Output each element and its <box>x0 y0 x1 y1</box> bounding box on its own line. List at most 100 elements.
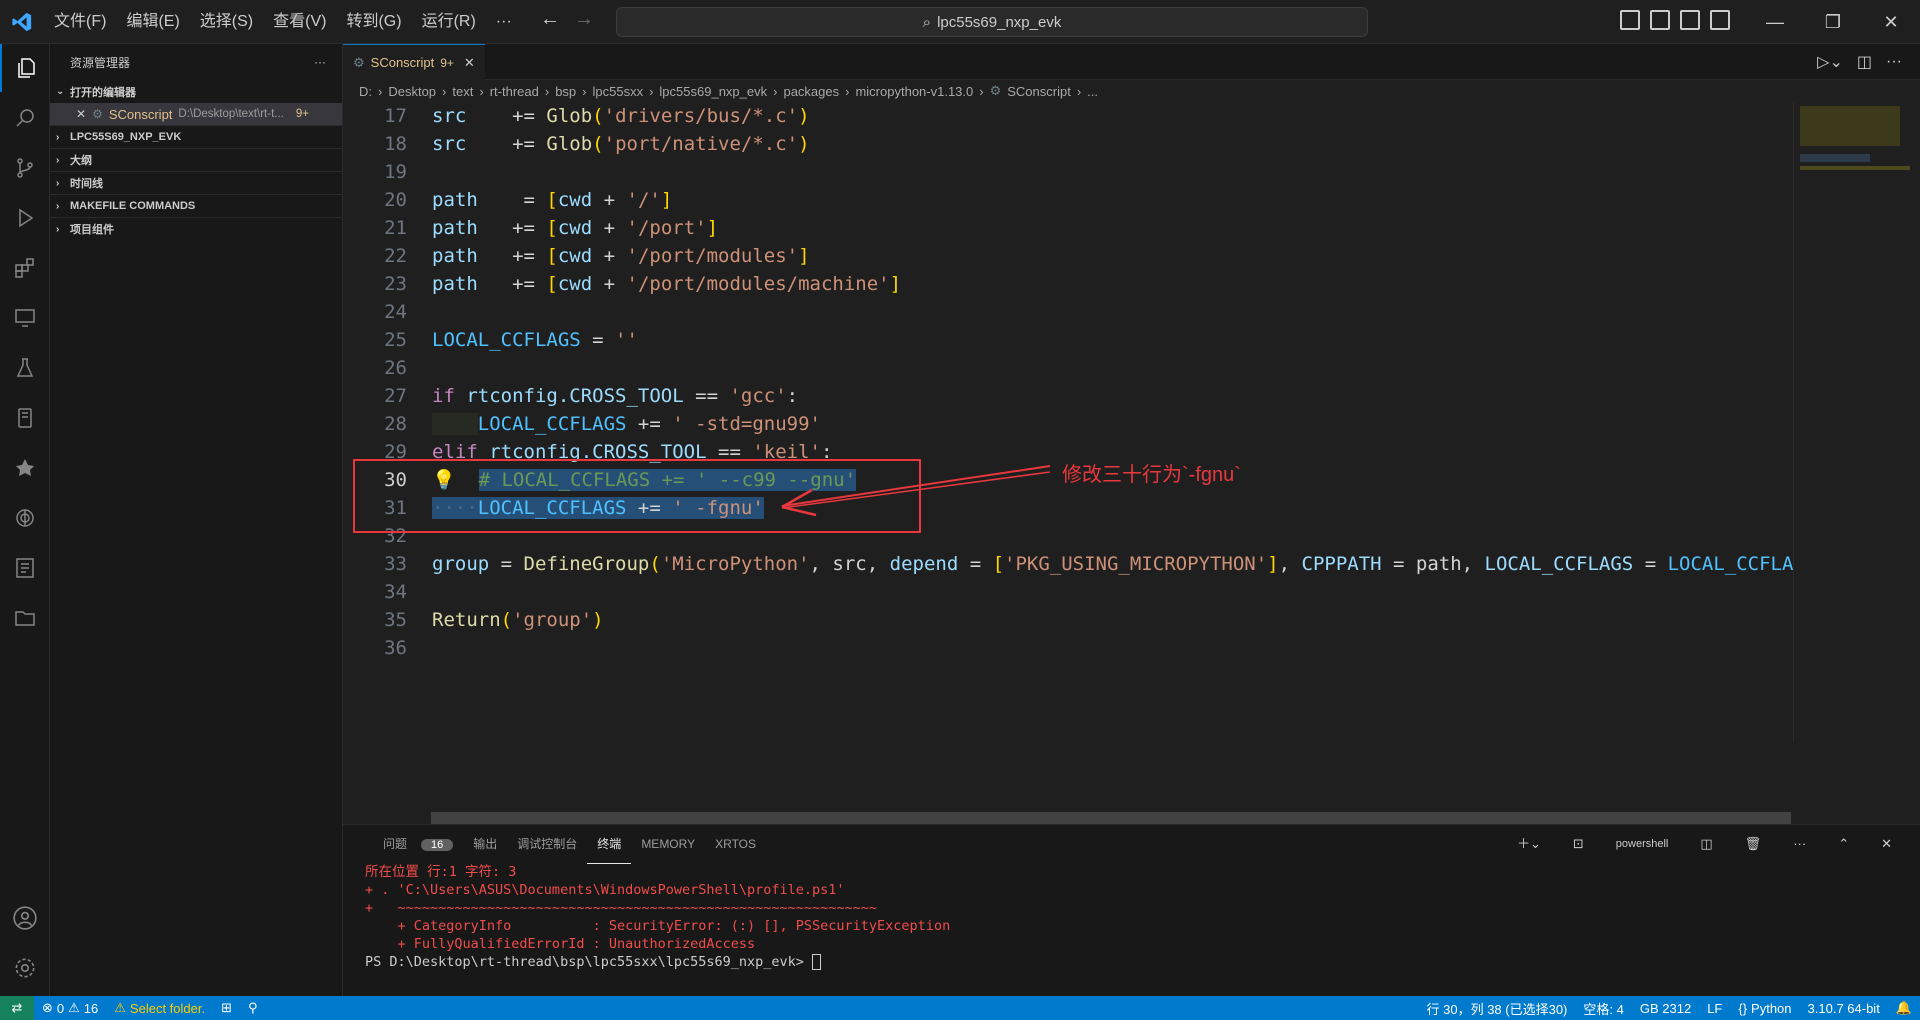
close-icon[interactable]: ✕ <box>464 55 475 71</box>
run-debug-icon[interactable] <box>0 194 50 242</box>
run-icon[interactable]: ▷⌄ <box>1817 52 1843 72</box>
tab-xrtos[interactable]: XRTOS <box>705 825 766 863</box>
code-token: src <box>432 105 467 127</box>
open-editor-item[interactable]: ✕ ⚙ SConscript D:\Desktop\text\rt-t... 9… <box>50 103 342 125</box>
notes-icon[interactable] <box>0 544 50 592</box>
breadcrumb-item[interactable]: bsp <box>555 84 576 99</box>
command-center-search[interactable]: ⌕ lpc55s69_nxp_evk <box>616 7 1368 37</box>
editor-tabs: ⚙ SConscript 9+ ✕ ▷⌄ ◫ ··· <box>343 44 1920 80</box>
code-token: CPPPATH <box>1301 553 1382 575</box>
tab-memory[interactable]: MEMORY <box>631 825 705 863</box>
outline-section[interactable]: › 大纲 <box>50 148 342 171</box>
extensions-icon[interactable] <box>0 244 50 292</box>
close-icon[interactable]: ✕ <box>76 107 86 121</box>
timeline-section[interactable]: › 时间线 <box>50 171 342 194</box>
notifications-bell-icon[interactable]: 🔔 <box>1888 996 1920 1020</box>
close-panel-icon[interactable]: ✕ <box>1871 825 1902 863</box>
line-number: 20 <box>384 189 407 211</box>
breadcrumb-item[interactable]: lpc55s69_nxp_evk <box>659 84 767 99</box>
ports-icon[interactable]: ⊞ <box>213 996 240 1020</box>
menu-go[interactable]: 转到(G) <box>336 0 411 44</box>
breadcrumb-item[interactable]: SConscript <box>1007 84 1071 99</box>
encoding[interactable]: GB 2312 <box>1632 996 1699 1020</box>
select-folder-status[interactable]: ⚠ Select folder. <box>106 996 213 1020</box>
tab-problems[interactable]: 问题 16 <box>363 825 463 864</box>
breadcrumb-separator: › <box>649 83 654 99</box>
shell-name[interactable]: powershell <box>1606 825 1679 863</box>
split-editor-icon[interactable]: ◫ <box>1857 52 1872 72</box>
folder-section[interactable]: › LPC55S69_NXP_EVK <box>50 125 342 148</box>
close-window-icon[interactable]: ✕ <box>1862 0 1920 44</box>
breadcrumb-item[interactable]: D: <box>359 84 372 99</box>
tab-output[interactable]: 输出 <box>463 825 507 863</box>
menu-edit[interactable]: 编辑(E) <box>116 0 189 44</box>
problems-status[interactable]: ⊗ 0 ⚠ 16 <box>34 996 106 1020</box>
explorer-icon[interactable] <box>0 44 50 92</box>
breadcrumb-item[interactable]: Desktop <box>388 84 436 99</box>
remote-explorer-icon[interactable] <box>0 294 50 342</box>
customize-layout-icon[interactable] <box>1710 10 1730 30</box>
testing-icon[interactable] <box>0 344 50 392</box>
tab-sconscript[interactable]: ⚙ SConscript 9+ ✕ <box>343 44 485 80</box>
language-mode[interactable]: {} Python <box>1730 996 1799 1020</box>
horizontal-scrollbar[interactable] <box>431 812 1791 824</box>
restore-icon[interactable]: ❐ <box>1804 0 1862 44</box>
toggle-secondary-sidebar-icon[interactable] <box>1680 10 1700 30</box>
project-components-section[interactable]: › 项目组件 <box>50 217 342 240</box>
fingerprint-icon[interactable] <box>0 494 50 542</box>
toggle-panel-icon[interactable] <box>1650 10 1670 30</box>
code-token: ' -std=gnu99' <box>672 413 821 435</box>
code-token: elif <box>432 441 478 463</box>
toggle-sidebar-icon[interactable] <box>1620 10 1640 30</box>
menu-selection[interactable]: 选择(S) <box>190 0 263 44</box>
source-control-icon[interactable] <box>0 144 50 192</box>
tab-debug-console[interactable]: 调试控制台 <box>507 825 587 863</box>
more-actions-icon[interactable]: ··· <box>1783 825 1816 863</box>
cursor-position[interactable]: 行 30，列 38 (已选择30) <box>1419 996 1576 1020</box>
rt-thread-icon[interactable] <box>0 444 50 492</box>
remote-indicator-icon[interactable]: ⇄ <box>0 996 34 1020</box>
indentation[interactable]: 空格: 4 <box>1575 996 1631 1020</box>
chevron-right-icon: › <box>56 177 60 189</box>
forward-arrow-icon[interactable]: → <box>574 8 594 31</box>
open-editors-section[interactable]: ⌄ 打开的编辑器 <box>50 80 342 103</box>
tab-terminal[interactable]: 终端 <box>587 825 632 864</box>
menu-view[interactable]: 查看(V) <box>263 0 336 44</box>
minimize-icon[interactable]: — <box>1746 0 1804 44</box>
breadcrumb-item[interactable]: ... <box>1087 84 1098 99</box>
chevron-right-icon: › <box>56 200 60 212</box>
search-icon: ⌕ <box>922 13 932 31</box>
code-editor[interactable]: 17 18 19 20 21 22 23 24 25 26 27 28 29 3… <box>343 102 1793 742</box>
breadcrumb-item[interactable]: lpc55sxx <box>593 84 644 99</box>
more-actions-icon[interactable]: ··· <box>314 55 326 69</box>
lightbulb-icon[interactable]: 💡 <box>432 469 456 491</box>
minimap[interactable] <box>1793 102 1913 742</box>
new-terminal-icon[interactable]: ＋⌄ <box>1507 825 1551 863</box>
line-number: 24 <box>384 301 407 323</box>
terminal-output[interactable]: 所在位置 行:1 字符: 3 + . 'C:\Users\ASUS\Docume… <box>343 863 1920 971</box>
code-line: ····LOCAL_CCFLAGS += ' -fgnu' <box>432 497 764 519</box>
chevron-down-icon: ⌄ <box>56 86 65 97</box>
terminal-cursor <box>812 954 822 970</box>
plug-icon[interactable]: ⚲ <box>240 996 266 1020</box>
breadcrumb-item[interactable]: packages <box>783 84 839 99</box>
breadcrumb-item[interactable]: text <box>452 84 473 99</box>
breadcrumb-item[interactable]: rt-thread <box>490 84 539 99</box>
search-icon[interactable] <box>0 94 50 142</box>
account-icon[interactable] <box>0 894 50 942</box>
trash-icon[interactable]: 🗑 <box>1735 825 1772 863</box>
menu-more[interactable]: ··· <box>486 0 522 44</box>
back-arrow-icon[interactable]: ← <box>540 8 560 31</box>
more-actions-icon[interactable]: ··· <box>1886 53 1902 71</box>
split-terminal-icon[interactable]: ◫ <box>1690 825 1722 863</box>
device-icon[interactable] <box>0 394 50 442</box>
menu-run[interactable]: 运行(R) <box>412 0 486 44</box>
settings-gear-icon[interactable] <box>0 944 50 992</box>
python-interpreter[interactable]: 3.10.7 64-bit <box>1800 996 1888 1020</box>
makefile-commands-section[interactable]: › MAKEFILE COMMANDS <box>50 194 342 217</box>
breadcrumb-item[interactable]: micropython-v1.13.0 <box>855 84 973 99</box>
end-of-line[interactable]: LF <box>1699 996 1730 1020</box>
maximize-panel-icon[interactable]: ⌃ <box>1828 825 1859 863</box>
menu-file[interactable]: 文件(F) <box>44 0 116 44</box>
folder-icon[interactable] <box>0 594 50 642</box>
